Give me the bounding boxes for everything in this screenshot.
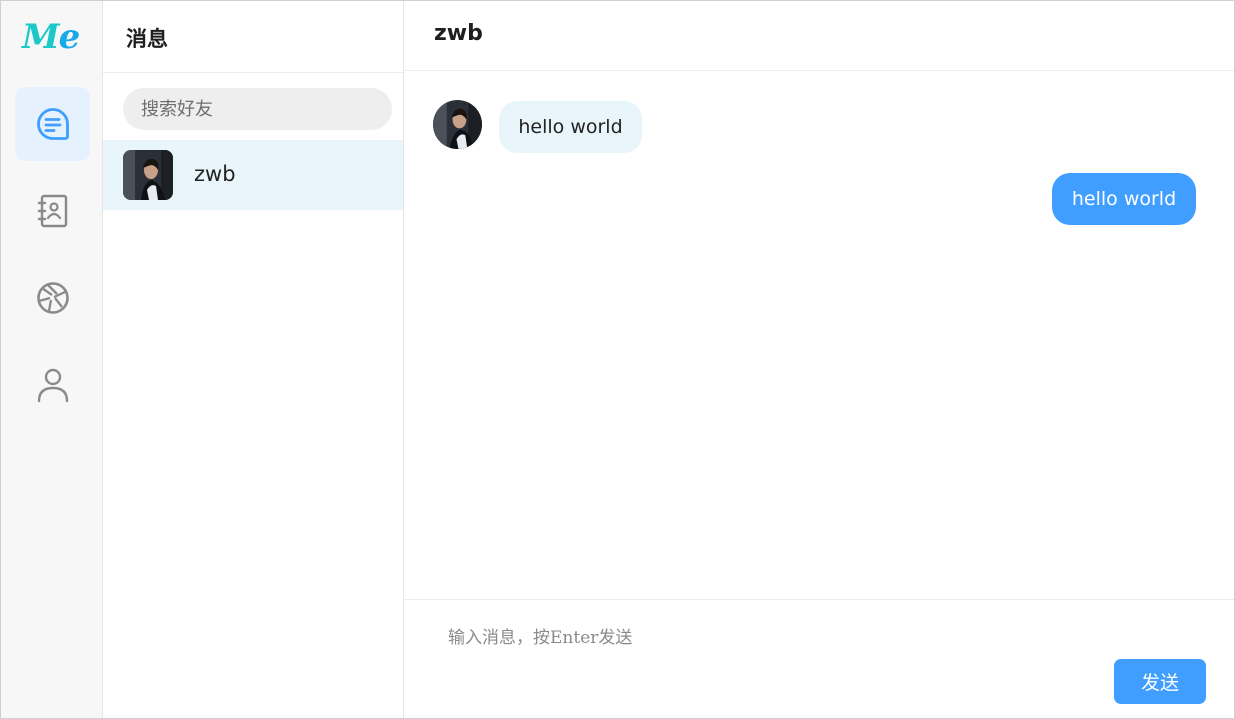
app-logo: Me (22, 15, 84, 59)
chat-icon (36, 108, 69, 140)
contact-name: zwb (194, 162, 236, 186)
list-item[interactable]: zwb (103, 140, 403, 210)
conversation-panel-header: 消息 (103, 1, 403, 73)
sender-photo (433, 100, 482, 149)
chat-app-window: Me 消息 搜索好友 zwb zwb hello world hello wor… (0, 0, 1235, 719)
side-nav: Me (1, 1, 103, 718)
contact-book-icon (37, 194, 67, 228)
conversation-panel: 消息 zwb (103, 1, 404, 718)
aperture-icon (36, 282, 69, 314)
user-icon (37, 368, 68, 403)
avatar (123, 150, 173, 200)
message-input[interactable] (434, 618, 1034, 658)
nav-item-contacts[interactable] (15, 174, 90, 248)
incoming-message-bubble: hello world (499, 101, 642, 153)
contact-photo (123, 150, 173, 200)
send-button[interactable]: 发送 (1114, 659, 1206, 704)
logo-letter-m: M (22, 17, 60, 57)
outgoing-message-bubble: hello world (1052, 173, 1196, 225)
chat-panel: zwb hello world hello world 发送 (404, 1, 1234, 718)
search-input[interactable] (123, 88, 392, 130)
avatar[interactable] (433, 100, 482, 149)
nav-item-profile[interactable] (15, 348, 90, 422)
logo-letter-e: e (58, 17, 81, 57)
nav-item-messages[interactable] (15, 87, 90, 161)
message-composer: 发送 (404, 599, 1234, 718)
page-title: 消息 (126, 27, 168, 51)
chat-title: zwb (434, 21, 483, 46)
nav-item-moments[interactable] (15, 261, 90, 335)
chat-header: zwb (404, 1, 1234, 71)
